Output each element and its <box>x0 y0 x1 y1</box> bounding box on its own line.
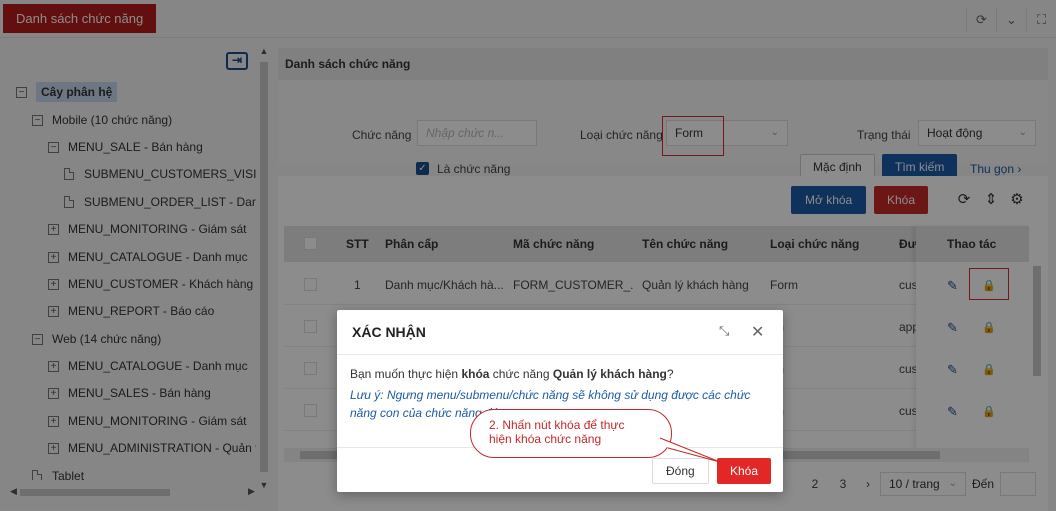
close-icon[interactable]: ✕ <box>751 322 764 342</box>
instruction-callout: 2. Nhấn nút khóa để thực hiện khóa chức … <box>470 409 672 458</box>
dialog-message: Bạn muốn thực hiện khóa chức năng Quản l… <box>350 367 674 381</box>
divider <box>337 354 783 355</box>
dialog-title: XÁC NHẬN <box>352 324 426 340</box>
close-button[interactable]: Đóng <box>652 458 709 484</box>
confirm-lock-button[interactable]: Khóa <box>717 458 772 484</box>
confirm-dialog: XÁC NHẬN ⤡ ✕ Bạn muốn thực hiện khóa chứ… <box>337 310 783 492</box>
maximize-icon[interactable]: ⤡ <box>719 323 729 339</box>
